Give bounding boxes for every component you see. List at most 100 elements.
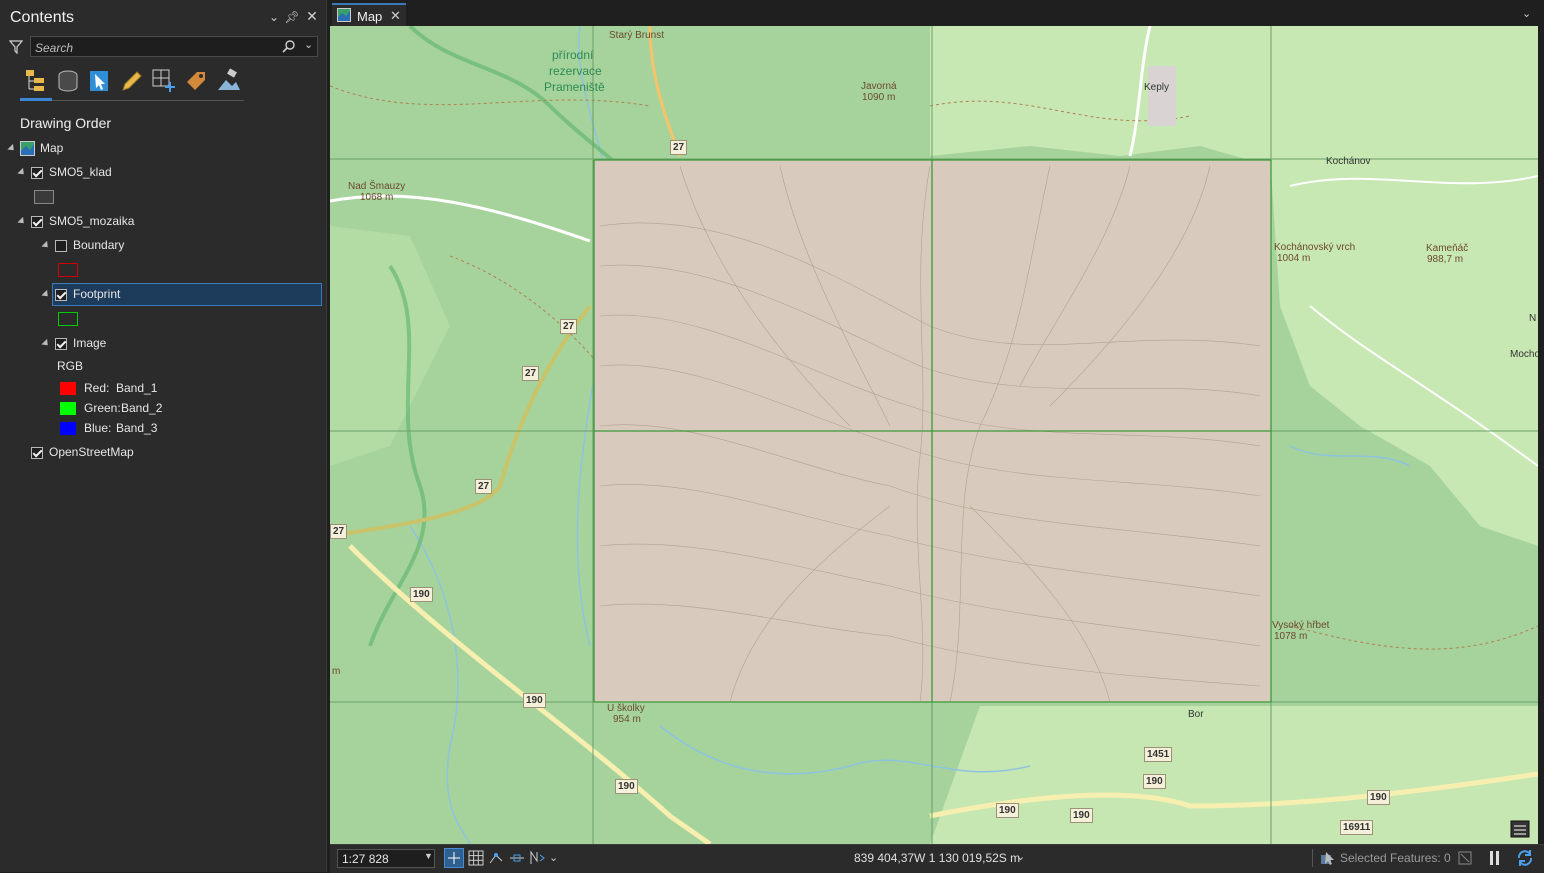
pause-icon-bar [1496,851,1499,865]
expand-boundary-icon[interactable] [41,240,51,251]
list-by-snapping-icon[interactable] [151,68,177,94]
layer-image[interactable]: Image [73,334,106,352]
layer-smo5-mozaika[interactable]: SMO5_mozaika [49,212,134,230]
snapping-icon[interactable] [488,849,506,867]
road-shield: 27 [522,366,540,381]
pin-icon[interactable]: 📌︎ [284,10,300,24]
scale-dropdown-icon[interactable]: ▼ [424,851,433,861]
expand-map-icon[interactable] [7,143,17,154]
selected-features-count: Selected Features: 0 [1340,851,1451,865]
road-shield: 27 [560,319,578,334]
red-band-swatch[interactable] [60,382,76,395]
smo5-klad-symbol[interactable] [34,190,54,204]
constraints-icon[interactable] [508,849,526,867]
map-label-n: N [1529,313,1537,324]
tools-dropdown-icon[interactable]: ⌄ [549,851,558,864]
navigation-icon[interactable] [528,849,546,867]
status-divider [1312,849,1313,867]
refresh-icon[interactable] [1516,849,1534,867]
scale-value: 1:27 828 [342,852,389,866]
map-label-u-skolky-elev: 954 m [613,714,641,725]
pause-icon[interactable] [1490,851,1493,865]
list-by-data-source-icon[interactable] [55,68,81,94]
layer-openstreetmap[interactable]: OpenStreetMap [49,443,134,461]
expand-footprint-icon[interactable] [41,289,51,300]
expand-smo5-mozaika-icon[interactable] [17,216,27,227]
rgb-label: RGB [57,359,84,373]
road-shield: 1451 [1144,747,1173,762]
map-label-prirodni: přírodní [552,48,594,62]
map-icon [20,141,35,156]
blue-channel-label: Blue: [84,421,112,435]
map-label-javorna-elev: 1090 m [862,92,896,103]
blue-band-swatch[interactable] [60,422,76,435]
road-shield: 190 [615,779,638,794]
checkbox-openstreetmap[interactable] [31,447,43,459]
toolbar-divider [20,100,244,101]
red-band-label: Band_1 [116,381,158,395]
search-box: ⌄ [30,36,318,57]
selected-features-icon [1321,852,1334,865]
road-shield: 190 [1070,808,1093,823]
tab-map[interactable]: Map ✕ [332,3,406,26]
contents-pane: Contents ⌄ 📌︎ ✕ ⌄ Drawing Order [0,0,327,872]
close-tab-icon[interactable]: ✕ [390,8,401,24]
attribution-icon[interactable] [1510,820,1530,838]
pane-options-icon[interactable]: ⌄ [266,10,282,24]
tab-list-dropdown-icon[interactable]: ⌄ [1522,7,1531,20]
map-label-vysoky-hrbet-elev: 1078 m [1274,631,1308,642]
layer-footprint[interactable]: Footprint [73,285,120,303]
map-label-u-skolky: U školky [607,703,645,714]
road-shield: 190 [1143,774,1166,789]
road-shield: 27 [670,140,688,155]
coordinate-readout: 839 404,37W 1 130 019,52S m [854,851,1021,865]
footprint-symbol[interactable] [58,312,78,326]
layer-boundary[interactable]: Boundary [73,236,124,254]
map-label-kochanov: Kochánov [1326,156,1371,167]
green-band-swatch[interactable] [60,402,76,415]
expand-smo5-klad-icon[interactable] [17,167,27,178]
checkbox-boundary[interactable] [55,240,67,252]
fixed-zoom-icon[interactable] [444,848,464,868]
map-view[interactable]: přírodní rezervace Prameniště Starý Brun… [330,26,1538,844]
checkbox-smo5-klad[interactable] [31,167,43,179]
list-by-drawing-order-icon[interactable] [24,68,50,94]
search-dropdown-icon[interactable]: ⌄ [304,38,313,51]
status-bar: 1:27 828 ▼ ⌄ 839 404,37W 1 130 019,52S m… [330,844,1544,873]
list-by-editing-icon[interactable] [119,68,145,94]
green-channel-label: Green: [84,401,121,415]
map-label-nad-smauzy-elev: 1068 m [360,192,394,203]
map-label-javorna: Javorná [861,81,897,92]
checkbox-footprint[interactable] [55,289,67,301]
search-icon[interactable] [282,40,295,53]
boundary-symbol[interactable] [58,263,78,277]
checkbox-image[interactable] [55,338,67,350]
coordinate-format-dropdown-icon[interactable]: ⌄ [1016,850,1025,863]
list-by-perspective-imagery-icon[interactable] [216,68,242,94]
checkbox-smo5-mozaika[interactable] [31,216,43,228]
map-label-kamenac-elev: 988,7 m [1427,254,1464,265]
search-input[interactable] [33,38,277,57]
layer-map[interactable]: Map [40,139,63,157]
list-by-labeling-icon[interactable] [183,68,209,94]
map-label-mochov: Mochov [1510,349,1538,360]
clear-selection-icon[interactable] [1458,851,1472,865]
list-by-selection-icon[interactable] [87,68,113,94]
map-tab-icon [337,8,351,22]
road-shield: 190 [1367,790,1390,805]
road-shield: 190 [523,693,546,708]
section-title: Drawing Order [20,115,112,131]
pane-title: Contents [10,9,75,26]
filter-icon[interactable] [9,40,23,54]
map-label-rezervace: rezervace [549,64,602,78]
map-label-nad-smauzy: Nad Šmauzy [348,181,406,192]
expand-image-icon[interactable] [41,338,51,349]
layer-smo5-klad[interactable]: SMO5_klad [49,163,112,181]
map-label-prameniste: Prameniště [544,80,605,94]
close-pane-icon[interactable]: ✕ [304,8,320,25]
road-shield: 190 [996,803,1019,818]
grid-icon[interactable] [467,849,485,867]
road-shield: 27 [330,524,348,539]
scale-selector[interactable]: 1:27 828 ▼ [337,849,435,868]
map-label-m: m [332,666,341,677]
